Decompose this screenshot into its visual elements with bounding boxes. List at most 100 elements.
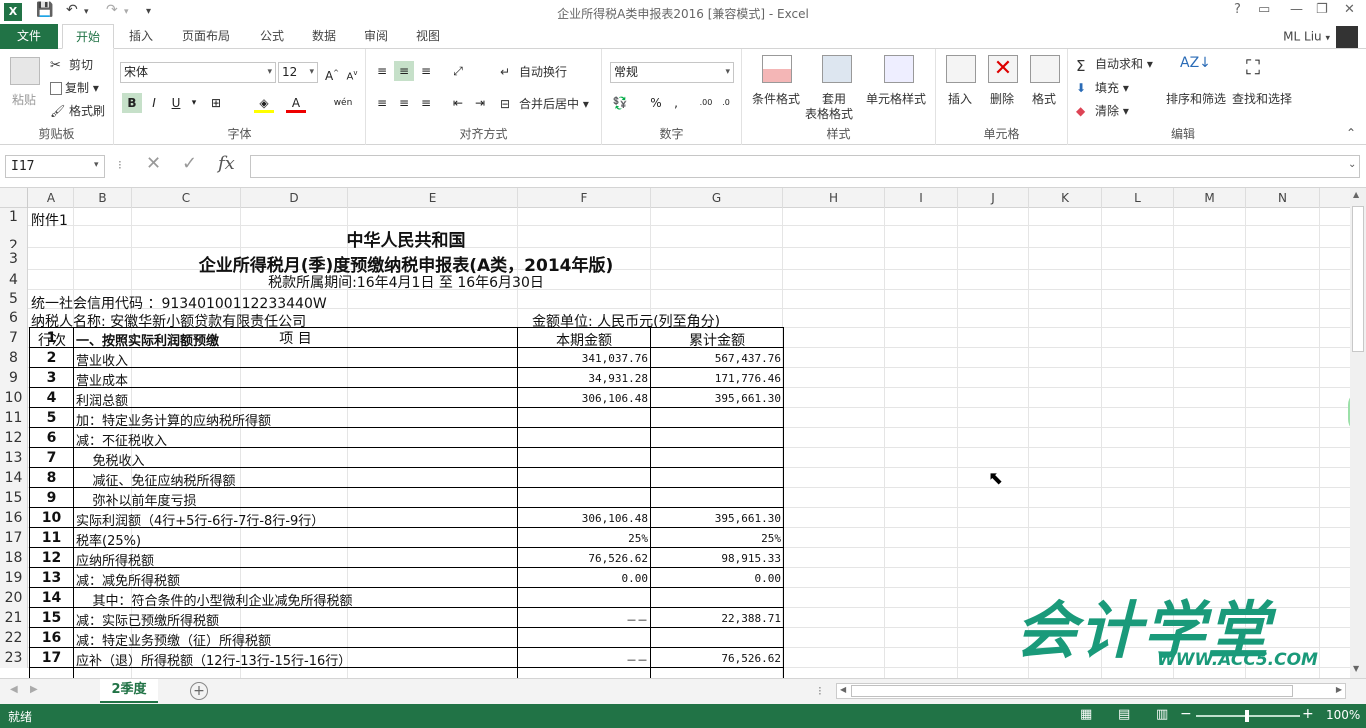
- row-header-14[interactable]: 14: [0, 468, 28, 488]
- tab-home[interactable]: 开始: [62, 24, 114, 49]
- formula-input[interactable]: [250, 155, 1360, 178]
- font-size-select[interactable]: 12: [278, 62, 318, 83]
- column-header-b[interactable]: B: [74, 188, 132, 208]
- tab-page-layout[interactable]: 页面布局: [170, 24, 242, 49]
- line-current-amount[interactable]: 0.00: [518, 572, 649, 585]
- row-header-16[interactable]: 16: [0, 508, 28, 528]
- line-number[interactable]: 5: [30, 410, 73, 426]
- page-break-view-icon[interactable]: ▥: [1156, 707, 1168, 722]
- decrease-font-icon[interactable]: Av: [342, 63, 362, 83]
- expand-formula-icon[interactable]: ⌄: [1348, 159, 1356, 170]
- restore-icon[interactable]: ❐: [1316, 2, 1328, 17]
- cell-styles-icon[interactable]: [884, 55, 914, 83]
- line-current-amount[interactable]: 341,037.76: [518, 352, 648, 365]
- column-header-c[interactable]: C: [132, 188, 241, 208]
- format-cells-icon[interactable]: [1030, 55, 1060, 83]
- row-header-4[interactable]: 4: [0, 270, 28, 290]
- row-header-5[interactable]: 5: [0, 290, 28, 309]
- column-header-a[interactable]: A: [29, 188, 74, 208]
- line-number[interactable]: 7: [30, 450, 73, 466]
- orientation-icon[interactable]: ⤢: [448, 61, 468, 81]
- format-as-table-label2[interactable]: 表格格式: [805, 105, 853, 122]
- scroll-up-icon[interactable]: ▲: [1353, 190, 1359, 199]
- decrease-decimal-icon[interactable]: .0: [716, 93, 736, 113]
- align-right-icon[interactable]: ≡: [416, 93, 436, 113]
- format-button[interactable]: 格式: [1032, 90, 1056, 107]
- column-header-i[interactable]: I: [885, 188, 958, 208]
- cut-button[interactable]: ✂ 剪切: [50, 56, 93, 74]
- row-header-12[interactable]: 12: [0, 428, 28, 448]
- row-header-7[interactable]: 7: [0, 328, 28, 348]
- column-header-g[interactable]: G: [651, 188, 783, 208]
- delete-cells-icon[interactable]: ✕: [988, 55, 1018, 83]
- underline-dropdown-icon[interactable]: ▾: [184, 93, 204, 113]
- column-header-d[interactable]: D: [241, 188, 348, 208]
- line-current-amount[interactable]: 76,526.62: [518, 552, 648, 565]
- form-title-1[interactable]: 中华人民共和国: [29, 226, 783, 251]
- line-current-amount[interactable]: 306,106.48: [518, 512, 648, 525]
- tab-file[interactable]: 文件: [0, 24, 58, 49]
- line-number[interactable]: 4: [30, 390, 73, 406]
- tab-formulas[interactable]: 公式: [250, 24, 294, 49]
- name-box[interactable]: I17: [5, 155, 105, 178]
- line-current-amount[interactable]: 306,106.48: [518, 392, 648, 405]
- horizontal-scrollbar[interactable]: ◀ ▶: [836, 683, 1346, 699]
- percent-button[interactable]: %: [646, 93, 666, 113]
- zoom-slider-thumb[interactable]: [1245, 710, 1249, 722]
- increase-decimal-icon[interactable]: .00: [696, 93, 716, 113]
- row-header-13[interactable]: 13: [0, 448, 28, 468]
- align-middle-icon[interactable]: ≡: [394, 61, 414, 81]
- font-name-select[interactable]: 宋体: [120, 62, 276, 83]
- delete-button[interactable]: 删除: [990, 90, 1014, 107]
- column-header-m[interactable]: M: [1174, 188, 1246, 208]
- ribbon-display-icon[interactable]: ▭: [1258, 2, 1270, 17]
- align-center-icon[interactable]: ≡: [394, 93, 414, 113]
- line-number[interactable]: 8: [30, 470, 73, 486]
- line-number[interactable]: 14: [30, 590, 73, 606]
- line-cumulative-amount[interactable]: 76,526.62: [651, 652, 781, 665]
- row-header-9[interactable]: 9: [0, 368, 28, 388]
- line-cumulative-amount[interactable]: 98,915.33: [651, 552, 781, 565]
- line-cumulative-amount[interactable]: 395,661.30: [651, 512, 781, 525]
- row-header-6[interactable]: 6: [0, 309, 28, 328]
- row-header-17[interactable]: 17: [0, 528, 28, 548]
- close-icon[interactable]: ✕: [1344, 2, 1355, 17]
- font-color-icon[interactable]: A: [286, 93, 306, 113]
- formula-bar-handle-icon[interactable]: ⁝: [118, 158, 122, 172]
- line-cumulative-amount[interactable]: 0.00: [651, 572, 782, 585]
- page-layout-view-icon[interactable]: ▤: [1118, 707, 1130, 722]
- line-number[interactable]: 3: [30, 370, 73, 386]
- prev-sheet-icon[interactable]: ◀: [10, 684, 18, 695]
- number-format-select[interactable]: 常规: [610, 62, 734, 83]
- line-number[interactable]: 1: [30, 330, 73, 346]
- row-header-23[interactable]: 23: [0, 648, 28, 668]
- line-number[interactable]: 2: [30, 350, 73, 366]
- binoculars-icon[interactable]: ⛶: [1246, 55, 1276, 83]
- line-number[interactable]: 16: [30, 630, 73, 646]
- line-cumulative-amount[interactable]: 395,661.30: [651, 392, 781, 405]
- tab-insert[interactable]: 插入: [118, 24, 164, 49]
- line-cumulative-amount[interactable]: 22,388.71: [651, 612, 781, 625]
- next-sheet-icon[interactable]: ▶: [30, 684, 38, 695]
- scroll-down-icon[interactable]: ▼: [1353, 664, 1359, 673]
- line-number[interactable]: 17: [30, 650, 73, 666]
- align-top-icon[interactable]: ≡: [372, 61, 392, 81]
- row-header-10[interactable]: 10: [0, 388, 28, 408]
- line-cumulative-amount[interactable]: 171,776.46: [651, 372, 781, 385]
- row-header-2[interactable]: 2: [0, 226, 28, 254]
- row-header-21[interactable]: 21: [0, 608, 28, 628]
- credit-code[interactable]: 统一社会信用代码 ：91340100112233440W: [31, 293, 327, 313]
- currency-icon[interactable]: 💱: [610, 93, 630, 113]
- normal-view-icon[interactable]: ▦: [1080, 707, 1092, 722]
- column-header-k[interactable]: K: [1029, 188, 1102, 208]
- horizontal-scroll-thumb[interactable]: [851, 685, 1293, 697]
- line-current-amount[interactable]: －－: [518, 612, 648, 628]
- insert-function-icon[interactable]: fx: [218, 153, 235, 174]
- conditional-format-button[interactable]: 条件格式: [752, 90, 800, 107]
- column-header-h[interactable]: H: [783, 188, 885, 208]
- enter-icon[interactable]: ✓: [182, 153, 197, 174]
- increase-indent-icon[interactable]: ⇥: [470, 93, 490, 113]
- row-header-22[interactable]: 22: [0, 628, 28, 648]
- line-cumulative-amount[interactable]: 25%: [651, 532, 781, 545]
- line-number[interactable]: 13: [30, 570, 73, 586]
